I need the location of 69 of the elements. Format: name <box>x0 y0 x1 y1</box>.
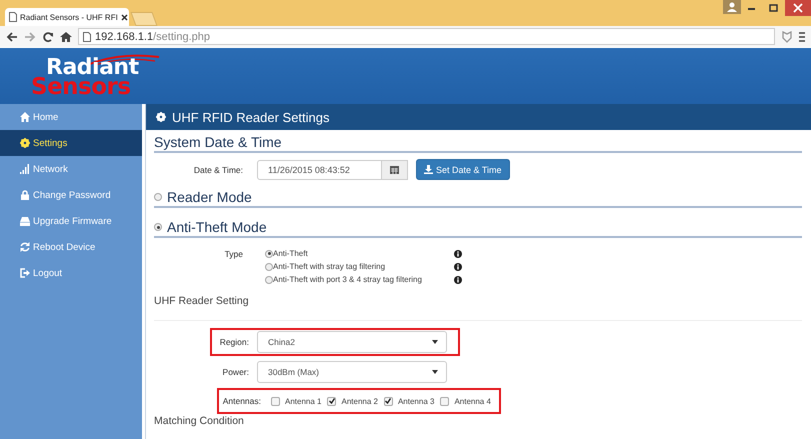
checkbox-label: Antenna 3 <box>398 396 434 406</box>
checkbox-label: Antenna 4 <box>454 396 491 406</box>
info-icon <box>454 262 462 270</box>
url-text: 192.168.1.1/setting.php <box>95 30 210 42</box>
download-icon <box>424 165 433 174</box>
antenna-checkbox[interactable] <box>327 396 336 406</box>
browser-tab[interactable]: Radiant Sensors - UHF RFI <box>5 8 129 26</box>
option-label: Anti-Theft with port 3 & 4 stray tag filtering <box>273 275 422 284</box>
section-heading: Matching Condition <box>154 415 245 427</box>
type-radio[interactable] <box>265 276 273 284</box>
home-icon[interactable] <box>60 30 72 42</box>
set-date-time-button[interactable]: Set Date & Time <box>416 159 510 180</box>
check-icon <box>328 398 335 404</box>
info-icon <box>454 250 462 258</box>
home-icon <box>20 112 30 122</box>
drive-icon <box>20 216 30 226</box>
address-bar[interactable]: 192.168.1.1/setting.php <box>78 28 775 45</box>
sidebar-item[interactable]: Settings <box>0 130 142 156</box>
logo-text: Radiant <box>46 58 139 78</box>
region-dropdown[interactable]: China2 <box>257 331 447 353</box>
info-icon <box>454 276 462 284</box>
calendar-button[interactable] <box>382 160 408 180</box>
refresh-icon <box>20 242 30 252</box>
page-icon <box>9 12 17 22</box>
sidebar-item[interactable]: Reboot Device <box>0 234 142 260</box>
checkbox-label: Antenna 1 <box>285 396 322 406</box>
mode-radio[interactable] <box>154 193 162 201</box>
menu-icon[interactable] <box>799 30 805 42</box>
logout-icon <box>20 268 30 278</box>
calendar-icon <box>390 165 399 174</box>
section-heading: UHF Reader Setting <box>154 295 250 307</box>
back-icon[interactable] <box>6 30 18 42</box>
signal-icon <box>20 164 30 174</box>
check-icon <box>385 398 392 404</box>
mode-heading: Anti-Theft Mode <box>167 219 267 235</box>
caret-icon <box>432 370 438 374</box>
type-radio[interactable] <box>265 262 273 270</box>
lock-icon <box>20 190 30 200</box>
page-icon <box>83 32 91 42</box>
caret-icon <box>432 340 438 344</box>
extension-icon[interactable] <box>781 30 793 42</box>
logo-text: Sensors <box>31 77 131 97</box>
field-label: Region: <box>218 337 250 347</box>
section-heading: System Date & Time <box>154 134 282 150</box>
field-label: Power: <box>222 367 250 377</box>
checkbox-label: Antenna 2 <box>341 396 378 406</box>
panel-title: UHF RFID Reader Settings <box>172 110 330 124</box>
option-label: Anti-Theft with stray tag filtering <box>273 262 386 271</box>
sidebar-item[interactable]: Home <box>0 104 142 130</box>
option-label: Anti-Theft <box>273 249 308 258</box>
sidebar-item[interactable]: Change Password <box>0 182 142 208</box>
antenna-checkbox[interactable] <box>271 396 280 406</box>
field-label: Antennas: <box>222 396 262 406</box>
mode-heading: Reader Mode <box>167 189 252 205</box>
sidebar-item[interactable]: Upgrade Firmware <box>0 208 142 234</box>
type-radio[interactable] <box>265 250 273 258</box>
settings-icon <box>155 111 167 123</box>
sidebar-item[interactable]: Logout <box>0 260 142 286</box>
antenna-checkbox[interactable] <box>440 396 450 406</box>
power-dropdown[interactable]: 30dBm (Max) <box>257 361 447 383</box>
settings-icon <box>20 138 30 148</box>
field-label: Type <box>224 248 244 259</box>
mode-radio[interactable] <box>154 223 162 231</box>
date-time-field[interactable]: 11/26/2015 08:43:52 <box>257 160 382 180</box>
close-icon[interactable] <box>120 14 128 20</box>
field-label: Date & Time: <box>192 164 244 174</box>
sidebar-item[interactable]: Network <box>0 156 142 182</box>
antenna-checkbox[interactable] <box>384 396 393 406</box>
reload-icon[interactable] <box>42 30 54 42</box>
